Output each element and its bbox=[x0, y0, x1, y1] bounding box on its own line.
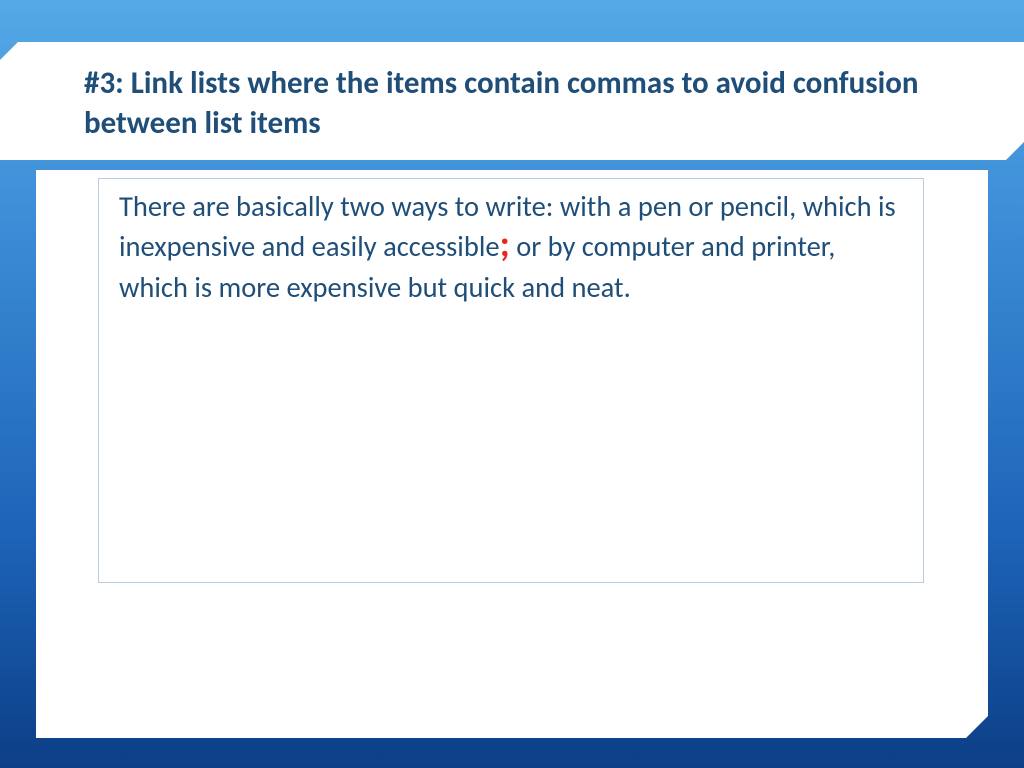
highlighted-semicolon: ; bbox=[500, 221, 510, 266]
title-bar: #3: Link lists where the items contain c… bbox=[0, 42, 1024, 160]
slide-background: #3: Link lists where the items contain c… bbox=[0, 0, 1024, 768]
slide-title: #3: Link lists where the items contain c… bbox=[84, 64, 954, 143]
body-paragraph: There are basically two ways to write: w… bbox=[119, 187, 901, 308]
content-card: There are basically two ways to write: w… bbox=[36, 170, 988, 738]
body-text-box: There are basically two ways to write: w… bbox=[98, 178, 924, 583]
